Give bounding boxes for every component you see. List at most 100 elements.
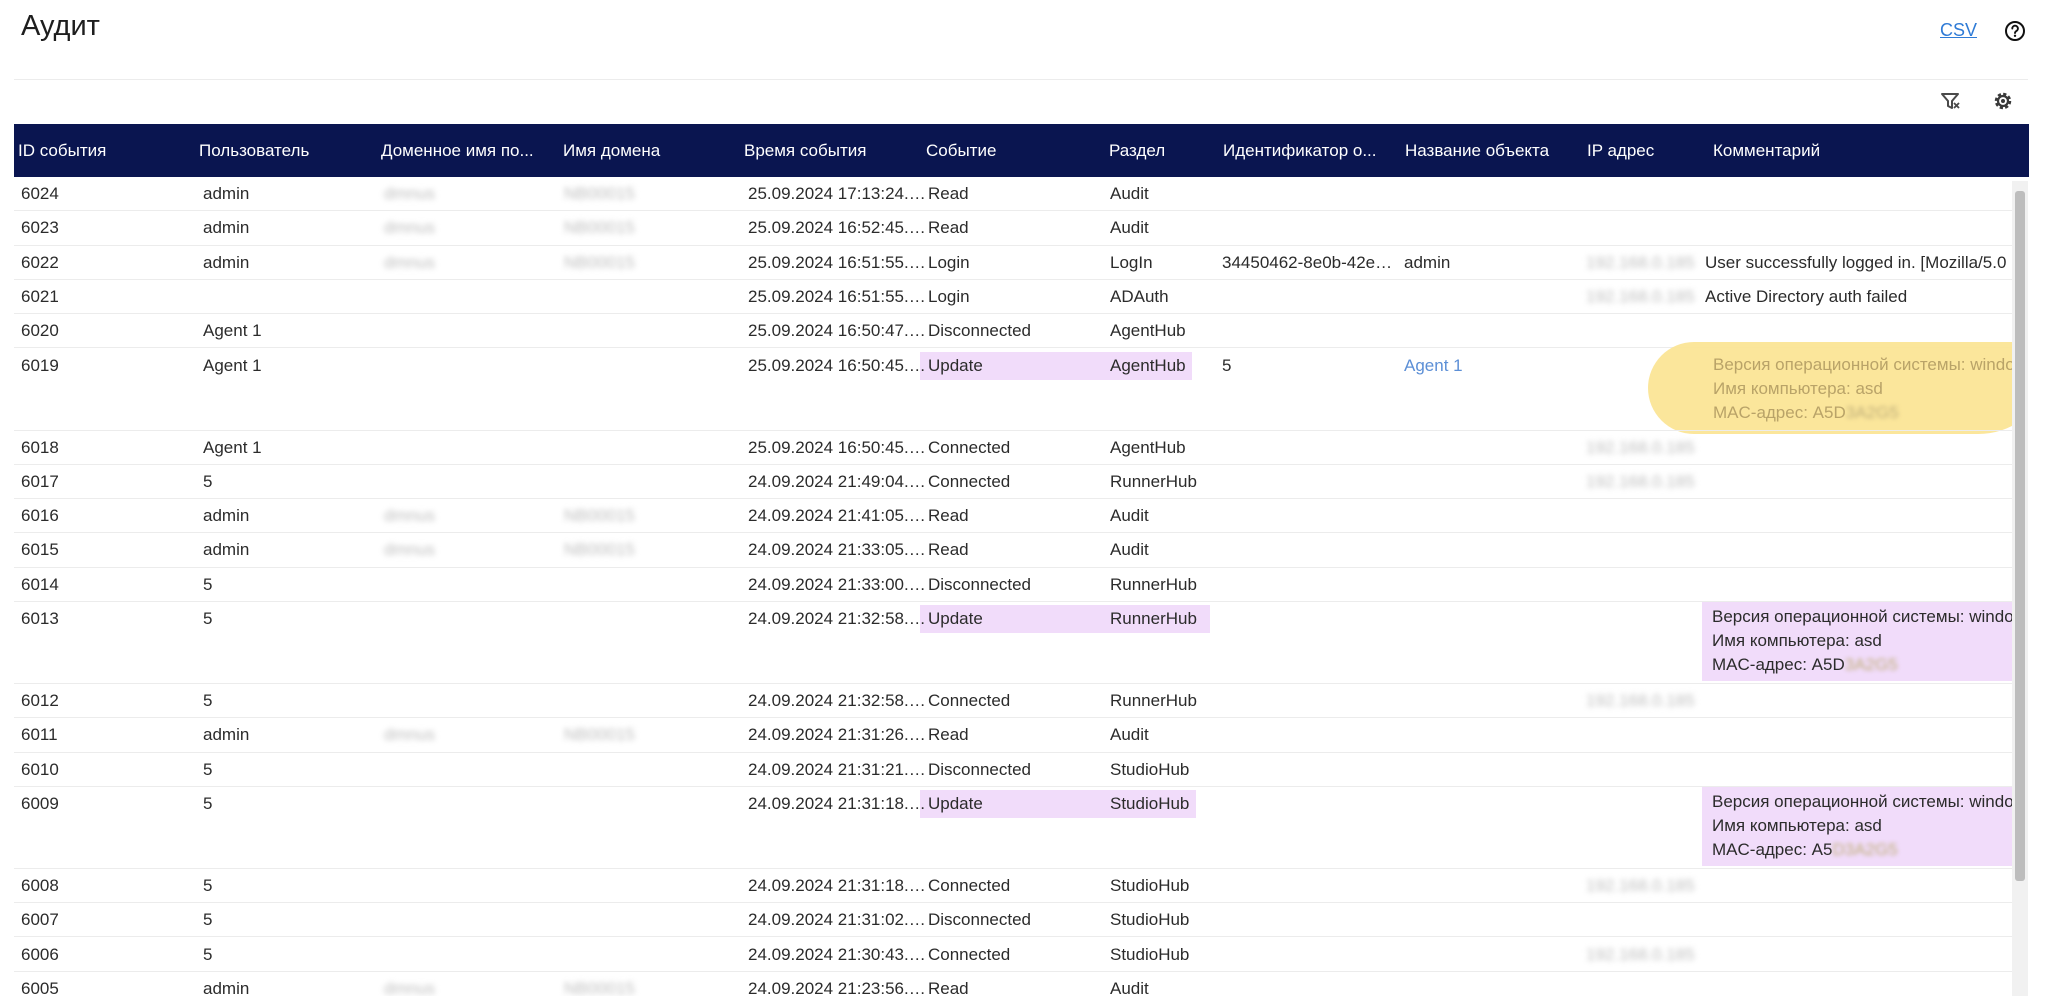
- cell-section: AgentHub: [1110, 355, 1186, 375]
- cell-section: RunnerHub: [1110, 609, 1197, 628]
- table-row[interactable]: 6015 admin dmnus NB00015 24.09.2024 21:33:05…: [14, 533, 2014, 568]
- col-event-time-header[interactable]: Время события: [744, 124, 914, 177]
- cell-id: 6005: [21, 978, 59, 996]
- cell-comment: Версия операционной системы: windows Имя …: [1703, 349, 2014, 429]
- comment-line-mac: MAC-адрес: A5D3A2G5: [1713, 401, 2014, 425]
- col-domain-name-header[interactable]: Имя домена: [563, 124, 733, 177]
- cell-id: 6013: [21, 609, 59, 628]
- audit-table: ID события Пользователь Доменное имя по...…: [14, 124, 2029, 996]
- cell-id: 6015: [21, 540, 59, 560]
- table-row[interactable]: 6007 5 24.09.2024 21:31:02.91... Disconnect…: [14, 903, 2014, 938]
- help-circle-icon[interactable]: [2004, 20, 2026, 42]
- col-object-id-header[interactable]: Идентификатор о...: [1223, 124, 1393, 177]
- cell-time: 24.09.2024 21:32:58.14...: [748, 691, 928, 710]
- table-row[interactable]: 6010 5 24.09.2024 21:31:21.45... Disconnect…: [14, 753, 2014, 787]
- cell-user: Agent 1: [203, 355, 262, 375]
- cell-time: 25.09.2024 16:50:47.54...: [748, 321, 928, 341]
- page-title: Аудит: [21, 10, 100, 42]
- cell-section: StudioHub: [1110, 910, 1190, 930]
- cell-user: 5: [203, 609, 213, 628]
- comment-line-mac: MAC-адрес: A5D3A2G5: [1712, 653, 2014, 677]
- cell-domain: NB00015: [564, 540, 635, 560]
- cell-time: 24.09.2024 21:31:18.83...: [748, 875, 928, 895]
- cell-id: 6023: [21, 218, 59, 238]
- cell-section: Audit: [1110, 978, 1149, 996]
- comment-line: Версия операционной системы: windows: [1712, 607, 2014, 626]
- cell-event: Read: [928, 725, 969, 745]
- cell-user: admin: [203, 978, 250, 996]
- filter-clear-icon[interactable]: [1940, 90, 1962, 112]
- cell-section: Audit: [1110, 218, 1149, 238]
- cell-event: Disconnected: [928, 574, 1032, 594]
- cell-user: Agent 1: [203, 321, 262, 341]
- table-row[interactable]: 6021 25.09.2024 16:51:55.49... Login ADAuth…: [14, 280, 2014, 315]
- cell-dn: dmnus: [384, 184, 436, 203]
- col-section-header[interactable]: Раздел: [1109, 124, 1209, 177]
- col-object-name-header[interactable]: Название объекта: [1405, 124, 1580, 177]
- cell-user: 5: [203, 910, 213, 930]
- cell-section: RunnerHub: [1110, 574, 1197, 594]
- table-row[interactable]: 6023 admin dmnus NB00015 25.09.2024 16:52:45…: [14, 211, 2014, 246]
- cell-ip: 192.168.0.185: [1586, 286, 1695, 306]
- col-comment-header[interactable]: Комментарий: [1713, 124, 2013, 177]
- table-row[interactable]: 6018 Agent 1 25.09.2024 16:50:45.02... Conn…: [14, 431, 2014, 465]
- cell-section: RunnerHub: [1110, 471, 1197, 491]
- cell-id: 6020: [21, 321, 59, 341]
- cell-section: Audit: [1110, 540, 1149, 560]
- cell-dn: dmnus: [384, 978, 436, 996]
- scrollbar-thumb[interactable]: [2015, 191, 2025, 881]
- cell-event: Login: [928, 286, 970, 306]
- table-row[interactable]: 6019 Agent 1 25.09.2024 16:50:45.68... Upda…: [14, 341, 2014, 434]
- cell-event: Connected: [928, 471, 1011, 491]
- table-scrollbar[interactable]: [2012, 181, 2028, 996]
- cell-time: 24.09.2024 21:33:00.09...: [748, 574, 928, 594]
- table-row[interactable]: 6022 admin dmnus NB00015 25.09.2024 16:51:55…: [14, 246, 2014, 280]
- cell-domain: NB00015: [564, 506, 635, 526]
- table-row[interactable]: 6006 5 24.09.2024 21:30:43.99... Connected S…: [14, 938, 2014, 972]
- comment-line: Имя компьютера: asd: [1713, 378, 1883, 398]
- gear-icon[interactable]: [1992, 90, 2014, 112]
- cell-user: admin: [203, 725, 250, 745]
- table-row[interactable]: 6005 admin dmnus NB00015 24.09.2024 21:23:56…: [14, 972, 2014, 996]
- mac-visible-part: MAC-адрес: A5: [1712, 839, 1833, 859]
- cell-event: Read: [928, 218, 969, 238]
- cell-dn: dmnus: [384, 506, 436, 526]
- cell-event: Connected: [928, 875, 1011, 895]
- cell-time: 25.09.2024 16:51:55.49...: [748, 286, 928, 306]
- col-ip-header[interactable]: IP адрес: [1587, 124, 1707, 177]
- cell-time: 24.09.2024 21:33:05.03...: [748, 540, 928, 560]
- cell-time: 24.09.2024 21:32:58.22...: [748, 609, 928, 628]
- cell-time: 25.09.2024 17:13:24.34...: [748, 184, 928, 203]
- table-row[interactable]: 6014 5 24.09.2024 21:33:00.09... Disconnect…: [14, 568, 2014, 602]
- csv-export-link[interactable]: CSV: [1940, 20, 1977, 41]
- cell-event: Connected: [928, 691, 1011, 710]
- cell-user: 5: [203, 944, 213, 964]
- cell-user: admin: [203, 218, 250, 238]
- table-row[interactable]: 6017 5 24.09.2024 21:49:04.61... Connected R…: [14, 465, 2014, 500]
- cell-event: Update: [928, 793, 983, 813]
- cell-id: 6009: [21, 793, 59, 813]
- mac-visible-part: MAC-адрес: A5D: [1712, 655, 1845, 674]
- cell-time: 24.09.2024 21:31:21.45...: [748, 759, 928, 779]
- table-row[interactable]: 6012 5 24.09.2024 21:32:58.14... Connected R…: [14, 684, 2014, 719]
- cell-event: Update: [928, 355, 983, 375]
- cell-obj-name[interactable]: Agent 1: [1404, 349, 1564, 383]
- cell-comment: User successfully logged in. [Mozilla/5.…: [1705, 252, 2014, 272]
- table-row[interactable]: 6013 5 24.09.2024 21:32:58.22... Update Runn…: [14, 602, 2014, 684]
- cell-section: LogIn: [1110, 252, 1153, 272]
- table-row[interactable]: 6011 admin dmnus NB00015 24.09.2024 21:31:26…: [14, 718, 2014, 753]
- col-event-id-header[interactable]: ID события: [18, 124, 188, 177]
- table-row[interactable]: 6009 5 24.09.2024 21:31:18.93... Update Stud…: [14, 786, 2014, 869]
- cell-user: 5: [203, 574, 213, 594]
- cell-user: Agent 1: [203, 437, 262, 457]
- comment-line: Имя компьютера: asd: [1712, 631, 1882, 650]
- cell-ip: 192.168.0.185: [1586, 437, 1695, 457]
- col-user-header[interactable]: Пользователь: [199, 124, 369, 177]
- table-row[interactable]: 6016 admin dmnus NB00015 24.09.2024 21:41:05…: [14, 499, 2014, 534]
- cell-section: RunnerHub: [1110, 691, 1197, 710]
- table-row[interactable]: 6024 admin dmnus NB00015 25.09.2024 17:13:24…: [14, 177, 2014, 212]
- col-domain-username-header[interactable]: Доменное имя по...: [381, 124, 546, 177]
- cell-time: 24.09.2024 21:31:18.93...: [748, 793, 928, 813]
- table-row[interactable]: 6008 5 24.09.2024 21:31:18.83... Connected S…: [14, 869, 2014, 904]
- col-event-header[interactable]: Событие: [926, 124, 1096, 177]
